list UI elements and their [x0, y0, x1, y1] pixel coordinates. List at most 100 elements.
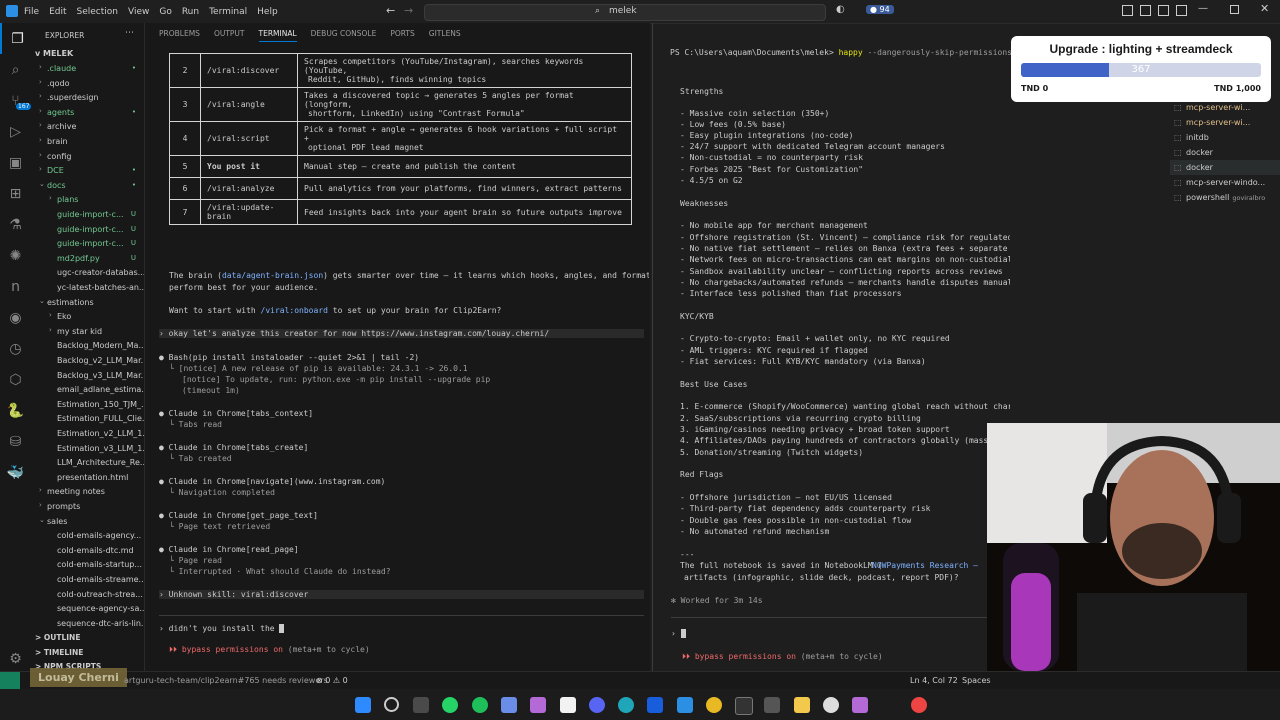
tree-item[interactable]: LLM_Architecture_Re...	[31, 456, 144, 470]
n8n-icon[interactable]: n	[0, 271, 31, 302]
tree-item[interactable]: › .superdesign	[31, 91, 144, 105]
tree-item[interactable]: › brain	[31, 135, 144, 149]
customize-layout-icon[interactable]	[1176, 5, 1187, 16]
minimize-icon[interactable]: —	[1198, 3, 1208, 14]
terminal-instance[interactable]: ⬚ docker	[1170, 145, 1280, 160]
run-debug-icon[interactable]: ▷	[0, 116, 31, 147]
brain-file-link[interactable]: data/agent-brain.json	[222, 271, 323, 280]
containers-icon[interactable]: ⬡	[0, 364, 31, 395]
workspace-root[interactable]: v MELEK	[35, 49, 73, 58]
tree-item[interactable]: cold-emails-dtc.md	[31, 544, 144, 558]
tree-item[interactable]: › plans	[31, 193, 144, 207]
tree-item[interactable]: guide-import-c... U	[31, 237, 144, 251]
copilot-app-icon[interactable]	[501, 697, 517, 713]
vs-icon[interactable]	[530, 697, 546, 713]
tree-item[interactable]: cold-outreach-strea...	[31, 588, 144, 602]
settings-gear-icon[interactable]: ⚙	[0, 643, 31, 674]
outline-section[interactable]: > OUTLINE	[35, 633, 80, 642]
tree-item[interactable]: ⌄ docs •	[31, 179, 144, 193]
source-control-icon[interactable]: ⑂ 167	[0, 85, 32, 116]
terminal-instance[interactable]: ⬚ powershell goviralbro	[1170, 190, 1280, 205]
docker-icon[interactable]: 🐳	[0, 457, 31, 488]
notebook-link[interactable]: NOWPayments Research —	[872, 561, 978, 570]
terminal-instance[interactable]: ⬚ mcp-server-wi...	[1170, 100, 1280, 115]
terminal-instance[interactable]: ⬚ mcp-server-wi...	[1170, 115, 1280, 130]
tree-item[interactable]: Backlog_v2_LLM_Mar...	[31, 354, 144, 368]
timeline-icon[interactable]: ◷	[0, 333, 31, 364]
tab-terminal[interactable]: TERMINAL	[258, 29, 297, 42]
tree-item[interactable]: Estimation_FULL_Clie...	[31, 412, 144, 426]
copilot-icon[interactable]: ◐	[836, 4, 845, 15]
notion-icon[interactable]	[560, 697, 576, 713]
terminal-instance[interactable]: ⬚ docker	[1170, 160, 1280, 175]
tree-item[interactable]: Backlog_v3_LLM_Mar...	[31, 369, 144, 383]
search-icon[interactable]: ⌕	[0, 54, 31, 85]
tree-item[interactable]: › my star kid	[31, 325, 144, 339]
start-icon[interactable]	[355, 697, 371, 713]
more-actions-icon[interactable]: ⋯	[125, 28, 134, 38]
menu-file[interactable]: File	[24, 7, 39, 17]
github-icon[interactable]: ◉	[0, 302, 31, 333]
tree-item[interactable]: › DCE •	[31, 164, 144, 178]
tree-item[interactable]: › .qodo	[31, 77, 144, 91]
tree-item[interactable]: Estimation_v3_LLM_1...	[31, 442, 144, 456]
forward-arrow-icon[interactable]: →	[404, 4, 413, 17]
tree-item[interactable]: presentation.html	[31, 471, 144, 485]
app-c-icon[interactable]	[852, 697, 868, 713]
discord-icon[interactable]	[589, 697, 605, 713]
command-center-search[interactable]: ⌕ melek	[424, 4, 826, 21]
terminal-splitter[interactable]	[652, 23, 653, 671]
menu-run[interactable]: Run	[182, 7, 199, 17]
tree-item[interactable]: ugc-creator-databas...	[31, 266, 144, 280]
terminal-right[interactable]: Strengths - Massive coin selection (350+)…	[665, 47, 1010, 667]
menu-terminal[interactable]: Terminal	[209, 7, 247, 17]
menu-view[interactable]: View	[128, 7, 149, 17]
tab-problems[interactable]: PROBLEMS	[159, 29, 200, 42]
whatsapp-business-icon[interactable]	[472, 697, 488, 713]
tree-item[interactable]: Backlog_Modern_Ma...	[31, 339, 144, 353]
tree-item[interactable]: ⌄ estimations	[31, 296, 144, 310]
file-explorer-icon[interactable]	[794, 697, 810, 713]
tab-gitlens[interactable]: GITLENS	[429, 29, 461, 42]
tree-item[interactable]: ⌄ sales	[31, 515, 144, 529]
bitwarden-icon[interactable]	[647, 697, 663, 713]
chrome-2-icon[interactable]	[911, 697, 927, 713]
tree-item[interactable]: yc-latest-batches-an...	[31, 281, 144, 295]
tree-item[interactable]: › prompts	[31, 500, 144, 514]
tree-item[interactable]: sequence-agency-sa...	[31, 602, 144, 616]
notification-badge[interactable]: ● 94	[866, 5, 894, 14]
tree-item[interactable]: Estimation_150_TJM_...	[31, 398, 144, 412]
menu-help[interactable]: Help	[257, 7, 278, 17]
terminal-taskbar-icon[interactable]	[735, 697, 753, 715]
tree-item[interactable]: Estimation_v2_LLM_1...	[31, 427, 144, 441]
tree-item[interactable]: guide-import-c... U	[31, 223, 144, 237]
python-icon[interactable]: 🐍	[0, 395, 31, 426]
gitlens-icon[interactable]: ✺	[0, 240, 31, 271]
tab-output[interactable]: OUTPUT	[214, 29, 245, 42]
problems-status[interactable]: ⊗ 0 ⚠ 0	[316, 676, 348, 685]
tree-item[interactable]: sequence-dtc-aris-lin...	[31, 617, 144, 631]
gitlens-pr-status[interactable]: artguru-tech-team/clip2earn#765 needs re…	[124, 676, 328, 685]
explorer-icon[interactable]: ❐	[0, 23, 33, 54]
extensions-icon[interactable]: ⊞	[0, 178, 31, 209]
tree-item[interactable]: › .claude •	[31, 62, 144, 76]
tab-debug-console[interactable]: DEBUG CONSOLE	[311, 29, 377, 42]
menu-selection[interactable]: Selection	[77, 7, 118, 17]
chrome-icon[interactable]	[706, 697, 722, 713]
testing-icon[interactable]: ⚗	[0, 209, 31, 240]
prompt-input[interactable]: › didn't you install the	[159, 624, 285, 633]
app-a-icon[interactable]	[764, 697, 780, 713]
restore-icon[interactable]	[1230, 5, 1239, 14]
indentation-status[interactable]: Spaces	[962, 676, 991, 685]
search-icon[interactable]	[384, 697, 399, 712]
tree-item[interactable]: md2pdf.py U	[31, 252, 144, 266]
tree-item[interactable]: cold-emails-startup...	[31, 558, 144, 572]
tree-item[interactable]: cold-emails-agency...	[31, 529, 144, 543]
tree-item[interactable]: › archive	[31, 120, 144, 134]
timeline-section[interactable]: > TIMELINE	[35, 648, 83, 657]
task-view-icon[interactable]	[413, 697, 429, 713]
database-icon[interactable]: ⛁	[0, 426, 31, 457]
terminal-instance[interactable]: ⬚ mcp-server-windo...	[1170, 175, 1280, 190]
remote-icon[interactable]	[0, 672, 20, 690]
close-icon[interactable]: ✕	[1260, 2, 1269, 15]
